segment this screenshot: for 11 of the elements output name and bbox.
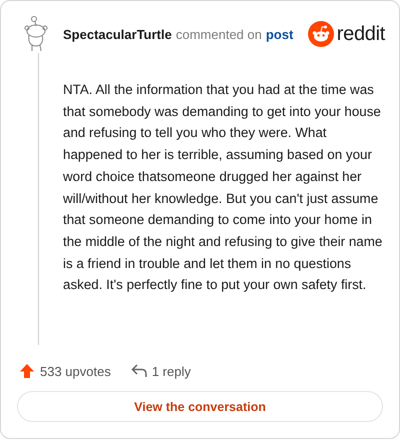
upvote-count: 533 upvotes — [40, 364, 111, 378]
upvote-icon[interactable] — [19, 363, 35, 379]
view-conversation-button[interactable]: View the conversation — [17, 391, 383, 422]
logo-icon — [308, 21, 334, 47]
username[interactable]: SpectacularTurtle — [63, 26, 172, 42]
post-link[interactable]: post — [266, 26, 294, 42]
brand-name: reddit — [336, 22, 385, 46]
comment-text: NTA. All the information that you had at the time was that somebody was demanding to get into your house and refusing to tell you who they were. What happened to her is terrible, assuming based on your word choice thatsomeone drugged her against her will/without her knowledge. But you can't just assume that someone demanding to come into your home in the middle of the night and refusing to give their name is a friend in trouble and let them in no questions asked. It's perfectly fine to put your own safety first. — [63, 81, 384, 294]
reply-count: 1 reply — [152, 364, 191, 378]
action-text: commented on — [176, 26, 262, 42]
reply-icon[interactable] — [130, 364, 147, 378]
